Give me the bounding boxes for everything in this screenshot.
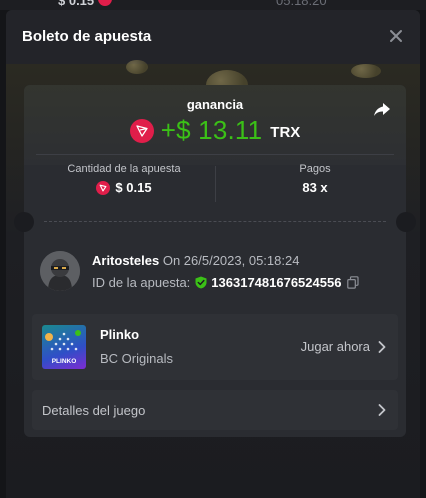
win-amount: +$ 13.11 [160, 115, 263, 145]
bet-amount-value: $ 0.15 [115, 180, 152, 195]
payout-label: Pagos [299, 163, 331, 175]
game-name: Plinko [100, 327, 140, 342]
bet-card: ganancia +$ 13.11 TRX Cantidad de la apu… [14, 85, 416, 437]
bet-amount-stat: Cantidad de la apuesta $ 0.15 [24, 163, 224, 203]
tron-coin-icon [96, 180, 111, 195]
win-label: ganancia [186, 97, 244, 112]
shield-check-icon [195, 276, 207, 289]
game-thumb-text: PLINKO [52, 358, 77, 365]
ticket-notch [396, 212, 416, 232]
win-currency: TRX [270, 124, 301, 141]
bet-slip-modal: Boleto de apuesta ganancia +$ 13.11 TRX … [6, 10, 420, 498]
close-button[interactable] [386, 26, 406, 46]
game-thumbnail: PLINKO [42, 325, 86, 369]
bet-id-label: ID de la apuesta: [92, 275, 191, 290]
background-bet-list: $ 0.15 05:18:20 [0, 0, 426, 10]
modal-header: Boleto de apuesta [6, 10, 420, 64]
play-now-label: Jugar ahora [300, 339, 370, 354]
modal-title: Boleto de apuesta [22, 28, 152, 45]
bet-id-line: ID de la apuesta: 136317481676524556 [92, 275, 360, 290]
payout-value: 83 x [302, 180, 328, 195]
divider [215, 166, 216, 202]
ticket-notch [14, 212, 34, 232]
copy-icon[interactable] [347, 276, 360, 289]
modal-content: ganancia +$ 13.11 TRX Cantidad de la apu… [6, 60, 420, 498]
dashed-divider [44, 221, 386, 222]
game-details-label: Detalles del juego [42, 403, 146, 418]
chevron-right-icon [378, 340, 386, 353]
decorative-coin [351, 64, 381, 78]
chevron-right-icon [378, 404, 386, 416]
game-provider: BC Originals [100, 351, 173, 366]
payout-stat: Pagos 83 x [224, 163, 406, 203]
game-row[interactable]: PLINKO Plinko BC Originals Jugar ahora [32, 314, 398, 380]
bet-amount-label: Cantidad de la apuesta [67, 163, 181, 175]
win-amount-row: +$ 13.11 TRX [24, 115, 406, 146]
tron-coin-icon [98, 0, 112, 6]
bet-amount-value-row: $ 0.15 [24, 180, 224, 195]
background-time: 05:18:20 [276, 0, 327, 8]
tron-coin-icon [129, 118, 154, 143]
user-line: Aritosteles On 26/5/2023, 05:18:24 [92, 253, 299, 268]
user-name[interactable]: Aritosteles [92, 253, 159, 268]
play-now-link[interactable]: Jugar ahora [301, 339, 386, 354]
background-amount: $ 0.15 [58, 0, 95, 8]
avatar[interactable] [40, 251, 80, 291]
decorative-coin [126, 60, 148, 74]
user-info: Aritosteles On 26/5/2023, 05:18:24 ID de… [40, 251, 390, 295]
divider [36, 154, 394, 155]
bet-date: On 26/5/2023, 05:18:24 [162, 253, 300, 268]
bet-id: 136317481676524556 [211, 275, 342, 290]
close-icon [390, 30, 402, 42]
game-details-row[interactable]: Detalles del juego [32, 390, 398, 430]
